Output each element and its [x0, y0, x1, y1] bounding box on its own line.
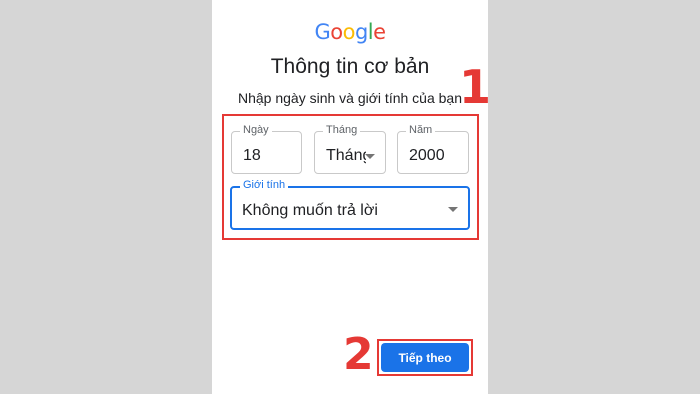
logo-letter: e [373, 20, 386, 44]
next-button[interactable]: Tiếp theo [381, 343, 469, 372]
step1-number: 1 [459, 60, 492, 114]
logo-letter: o [342, 20, 356, 44]
logo-letter: o [330, 20, 343, 44]
page-subtitle: Nhập ngày sinh và giới tính của bạn [238, 90, 462, 106]
logo-letter: g [354, 20, 368, 44]
page-title: Thông tin cơ bản [270, 55, 430, 78]
logo-letter: G [314, 20, 331, 44]
google-logo: Google [212, 20, 488, 44]
highlight-box-step1 [222, 114, 479, 240]
step2-number: 2 [343, 329, 374, 380]
